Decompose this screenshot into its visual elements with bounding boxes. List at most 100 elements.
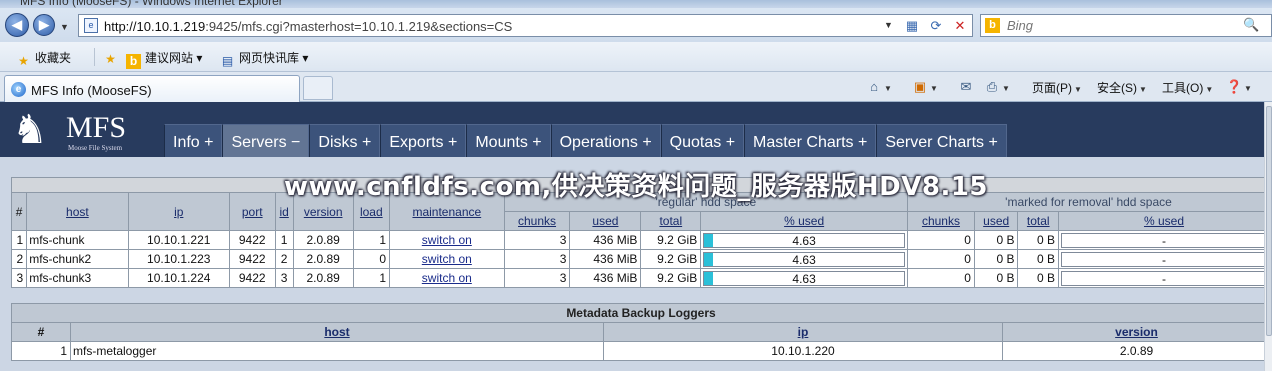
pct-used-cell: 4.63 bbox=[700, 249, 909, 269]
maintenance-switch-link[interactable]: switch on bbox=[389, 230, 505, 250]
total-cell: 9.2 GiB bbox=[640, 268, 702, 288]
id-cell: 2 bbox=[274, 249, 294, 269]
bing-icon: b bbox=[985, 18, 1000, 33]
col-header-removal-total[interactable]: total bbox=[1017, 211, 1060, 231]
metalogger-col-header-ip[interactable]: ip bbox=[603, 322, 1003, 342]
tools-menu[interactable]: 工具(O) ▼ bbox=[1162, 79, 1213, 96]
back-button[interactable]: ◀ bbox=[5, 13, 29, 37]
removal-usage-bar: - bbox=[1061, 232, 1267, 248]
metalogger-col-header-host[interactable]: host bbox=[70, 322, 604, 342]
print-button[interactable]: ⎙ ▼ bbox=[984, 79, 1010, 95]
table-row: 1 mfs-chunk 10.10.1.221 9422 1 2.0.89 1 … bbox=[10, 230, 1270, 250]
nav-server-charts[interactable]: Server Charts + bbox=[876, 124, 1007, 157]
add-favorite-button[interactable]: ★ bbox=[103, 49, 122, 67]
version-cell: 2.0.89 bbox=[1002, 341, 1271, 361]
used-cell: 436 MiB bbox=[569, 249, 642, 269]
maintenance-switch-link[interactable]: switch on bbox=[389, 249, 505, 269]
search-box[interactable]: b 🔍 bbox=[980, 14, 1272, 37]
removal-total-cell: 0 B bbox=[1017, 230, 1060, 250]
favorites-button[interactable]: ★ 收藏夹 bbox=[16, 49, 71, 69]
scrollbar-thumb[interactable] bbox=[1266, 106, 1272, 336]
compat-view-icon[interactable]: ▦ bbox=[903, 17, 921, 34]
used-cell: 436 MiB bbox=[569, 268, 642, 288]
search-icon[interactable]: 🔍 bbox=[1243, 17, 1259, 33]
page-menu[interactable]: 页面(P) ▼ bbox=[1032, 79, 1082, 96]
bing-icon: b bbox=[126, 54, 141, 69]
table-row: 1 mfs-metalogger 10.10.1.220 2.0.89 bbox=[11, 341, 1271, 361]
pct-used-cell: 4.63 bbox=[700, 230, 909, 250]
used-cell: 436 MiB bbox=[569, 230, 642, 250]
total-cell: 9.2 GiB bbox=[640, 249, 702, 269]
usage-bar-label: 4.63 bbox=[792, 233, 816, 248]
vertical-scrollbar[interactable] bbox=[1264, 102, 1272, 371]
col-header-chunks[interactable]: chunks bbox=[503, 211, 571, 231]
home-button[interactable]: ⌂ ▼ bbox=[866, 79, 892, 94]
row-number: 1 bbox=[10, 230, 28, 250]
mail-button[interactable]: ✉ bbox=[958, 79, 974, 95]
feeds-button[interactable]: ▣ ▼ bbox=[912, 79, 938, 95]
ip-cell: 10.10.1.224 bbox=[127, 268, 230, 288]
mfs-header: ♞ MFS Moose File System Info + Servers −… bbox=[0, 102, 1264, 157]
col-header-total[interactable]: total bbox=[640, 211, 702, 231]
nav-operations[interactable]: Operations + bbox=[550, 124, 661, 157]
nav-mounts[interactable]: Mounts + bbox=[466, 124, 551, 157]
web-slice-gallery-link[interactable]: ▤ 网页快讯库 ▾ bbox=[220, 49, 309, 69]
rss-icon: ▣ bbox=[913, 79, 927, 94]
address-bar[interactable]: e http://10.10.1.219:9425/mfs.cgi?master… bbox=[78, 14, 973, 37]
window-titlebar: MFS Info (MooseFS) - Windows Internet Ex… bbox=[0, 0, 1272, 8]
tab-title: MFS Info (MooseFS) bbox=[31, 83, 152, 98]
table-row: 3 mfs-chunk3 10.10.1.224 9422 3 2.0.89 1… bbox=[10, 268, 1270, 288]
nav-servers[interactable]: Servers − bbox=[222, 124, 310, 157]
nav-quotas[interactable]: Quotas + bbox=[660, 124, 745, 157]
removal-usage-label: - bbox=[1162, 233, 1166, 248]
nav-master-charts[interactable]: Master Charts + bbox=[744, 124, 877, 157]
maintenance-switch-link[interactable]: switch on bbox=[389, 268, 505, 288]
search-input[interactable] bbox=[1007, 17, 1207, 34]
address-url[interactable]: http://10.10.1.219:9425/mfs.cgi?masterho… bbox=[104, 19, 512, 34]
col-header-removal-chunks[interactable]: chunks bbox=[907, 211, 975, 231]
moose-icon: ♞ bbox=[12, 108, 48, 152]
col-header-removal-used[interactable]: used bbox=[973, 211, 1019, 231]
removal-chunks-cell: 0 bbox=[907, 230, 975, 250]
safety-menu[interactable]: 安全(S) ▼ bbox=[1097, 79, 1147, 96]
row-number: 3 bbox=[10, 268, 28, 288]
removal-used-cell: 0 B bbox=[973, 249, 1019, 269]
ip-cell: 10.10.1.221 bbox=[127, 230, 230, 250]
row-number: 2 bbox=[10, 249, 28, 269]
nav-disks[interactable]: Disks + bbox=[309, 124, 381, 157]
tab-mfs-info[interactable]: e MFS Info (MooseFS) bbox=[4, 75, 300, 102]
metalogger-table: Metadata Backup Loggers # host ip versio… bbox=[11, 303, 1271, 361]
metalogger-col-header: # bbox=[11, 322, 71, 342]
address-dropdown-icon[interactable]: ▼ bbox=[884, 20, 893, 30]
history-dropdown-icon[interactable]: ▼ bbox=[60, 22, 69, 32]
pct-used-cell: 4.63 bbox=[700, 268, 909, 288]
refresh-icon[interactable]: ⟳ bbox=[927, 17, 945, 34]
ip-cell: 10.10.1.223 bbox=[127, 249, 230, 269]
add-star-icon: ★ bbox=[105, 52, 116, 66]
page-icon: ▤ bbox=[221, 54, 234, 68]
removal-pct-cell: - bbox=[1058, 249, 1270, 269]
chunks-cell: 3 bbox=[503, 230, 571, 250]
removal-chunks-cell: 0 bbox=[907, 268, 975, 288]
stop-icon[interactable]: ✕ bbox=[951, 17, 969, 34]
nav-exports[interactable]: Exports + bbox=[380, 124, 467, 157]
suggested-sites-link[interactable]: b 建议网站 ▾ bbox=[126, 49, 202, 69]
ie-page-icon: e bbox=[11, 82, 26, 97]
host-cell: mfs-chunk2 bbox=[26, 249, 129, 269]
nav-info[interactable]: Info + bbox=[164, 124, 223, 157]
id-cell: 1 bbox=[274, 230, 294, 250]
removal-used-cell: 0 B bbox=[973, 268, 1019, 288]
help-button[interactable]: ❓ ▼ bbox=[1226, 79, 1252, 95]
col-header-used[interactable]: used bbox=[569, 211, 642, 231]
separator bbox=[94, 48, 95, 66]
metalogger-title: Metadata Backup Loggers bbox=[11, 303, 1271, 323]
metalogger-col-header-version[interactable]: version bbox=[1002, 322, 1271, 342]
forward-button[interactable]: ▶ bbox=[33, 14, 55, 36]
removal-usage-bar: - bbox=[1061, 251, 1267, 267]
col-header-pct-used[interactable]: % used bbox=[700, 211, 909, 231]
help-icon: ❓ bbox=[1226, 79, 1243, 94]
usage-bar: 4.63 bbox=[703, 270, 906, 286]
id-cell: 3 bbox=[274, 268, 294, 288]
col-header-removal-pct-used[interactable]: % used bbox=[1058, 211, 1270, 231]
new-tab-button[interactable] bbox=[303, 76, 333, 100]
